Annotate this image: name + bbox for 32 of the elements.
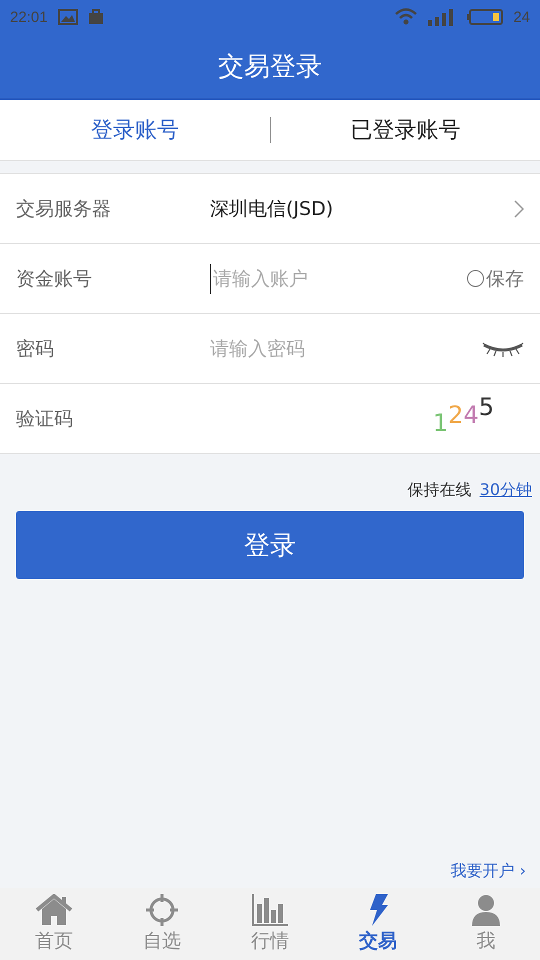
closed-eye-icon[interactable] [482, 340, 524, 356]
wifi-icon [395, 8, 418, 26]
person-icon [471, 894, 501, 926]
field-label: 资金账号 [16, 266, 93, 292]
field-label: 验证码 [16, 406, 74, 432]
account-input[interactable]: 请输入账户 [210, 264, 467, 294]
status-time: 22:01 [10, 8, 48, 26]
server-select[interactable]: 深圳电信(JSD) [210, 196, 514, 222]
open-account-link[interactable]: 我要开户 › [450, 861, 526, 882]
bag-icon [88, 9, 104, 25]
home-icon [35, 894, 73, 926]
login-button[interactable]: 登录 [16, 511, 524, 579]
bar-chart-icon [252, 894, 288, 926]
duration-link[interactable]: 30分钟 [480, 480, 532, 501]
tab[interactable]: 已登录账号 [270, 109, 540, 151]
password-input[interactable]: 请输入密码 [210, 334, 482, 364]
nav-item[interactable]: 行情 [216, 888, 324, 960]
field-label: 密码 [16, 336, 55, 362]
crosshair-icon [145, 894, 179, 926]
battery-icon [467, 9, 504, 25]
nav-item[interactable]: 首页 [0, 888, 108, 960]
field-label: 交易服务器 [16, 196, 112, 222]
keep-online-label: 保持在线 [408, 480, 472, 501]
page-title: 交易登录 [218, 50, 322, 84]
nav-item[interactable]: 交易 [324, 888, 432, 960]
chevron-right-icon[interactable] [514, 200, 524, 218]
nav-item[interactable]: 自选 [108, 888, 216, 960]
battery-level: 24 [513, 8, 530, 26]
image-icon [58, 9, 78, 25]
tab[interactable]: 登录账号 [0, 109, 270, 151]
nav-item[interactable]: 我 [432, 888, 540, 960]
save-checkbox[interactable]: 保存 [467, 266, 524, 292]
